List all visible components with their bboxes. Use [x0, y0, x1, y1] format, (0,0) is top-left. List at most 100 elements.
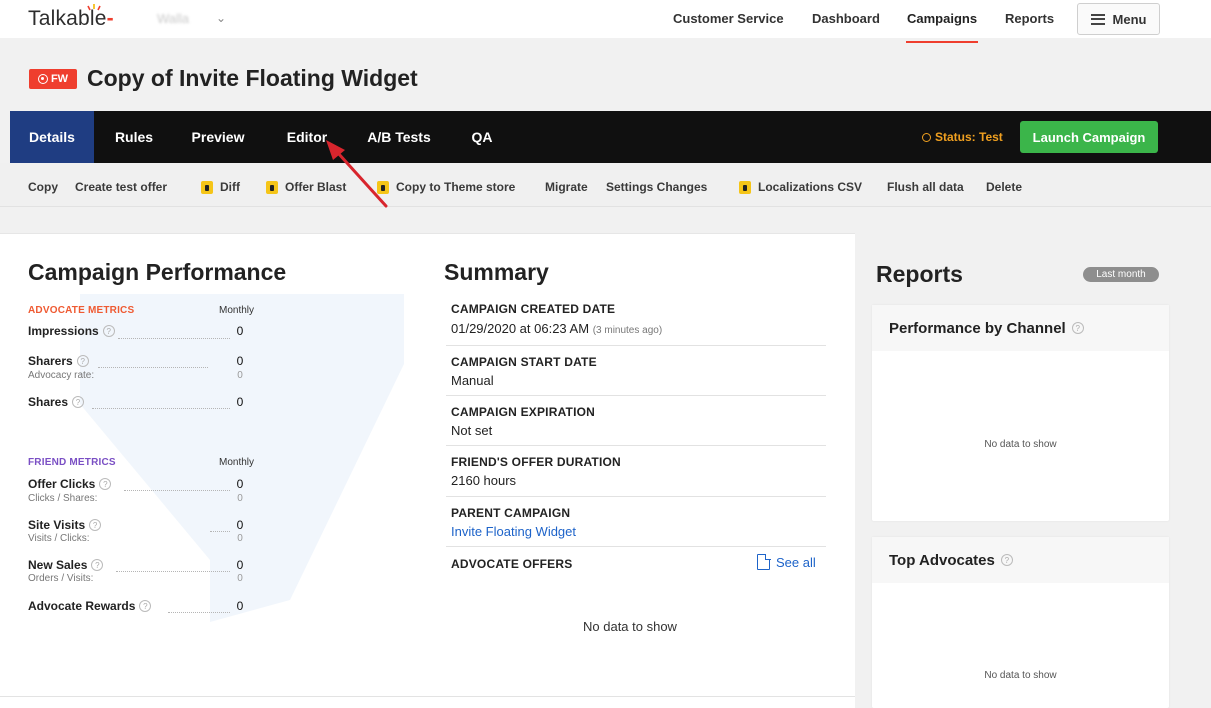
- tab-details[interactable]: Details: [10, 111, 94, 163]
- tab-qa[interactable]: QA: [462, 111, 502, 163]
- tab-editor[interactable]: Editor: [274, 111, 340, 163]
- chevron-down-icon[interactable]: ⌄: [216, 11, 226, 25]
- hamburger-icon: [1090, 13, 1105, 25]
- launch-campaign-button[interactable]: Launch Campaign: [1020, 121, 1158, 153]
- help-icon[interactable]: ?: [76, 355, 89, 367]
- summary-created-value: 01/29/2020 at 06:23 AM (3 minutes ago): [451, 321, 662, 336]
- metric-sub-value: 0: [237, 573, 243, 584]
- summary-start-value: Manual: [451, 373, 494, 388]
- dotted-leader: [98, 367, 208, 368]
- panel-divider: [0, 696, 855, 697]
- advocate-offers-label: ADVOCATE OFFERS: [451, 557, 573, 571]
- logo-rays-icon: [87, 4, 101, 11]
- see-all-link[interactable]: See all: [757, 553, 816, 570]
- action-migrate[interactable]: Migrate: [545, 180, 588, 194]
- action-copy[interactable]: Copy: [28, 180, 58, 194]
- metric-label: Impressions: [28, 324, 99, 338]
- campaign-badge-label: FW: [50, 73, 69, 85]
- help-icon[interactable]: ?: [1000, 554, 1013, 566]
- action-copy-to-theme-store[interactable]: Copy to Theme store: [377, 180, 515, 194]
- tab-ab-tests[interactable]: A/B Tests: [354, 111, 444, 163]
- tab-preview[interactable]: Preview: [180, 111, 256, 163]
- action-label: Settings Changes: [606, 180, 708, 194]
- target-icon: [37, 74, 48, 84]
- campaign-status: Status: Test: [922, 130, 1003, 144]
- action-label: Copy: [28, 180, 58, 194]
- metric-sub-value: 0: [237, 493, 243, 504]
- metric-value: 0: [236, 324, 244, 338]
- reports-period-badge[interactable]: Last month: [1083, 267, 1159, 282]
- summary-divider: [446, 496, 826, 497]
- card-performance-by-channel: Performance by Channel ? No data to show: [872, 305, 1169, 521]
- dotted-leader: [124, 490, 230, 491]
- metric-sub-label: Visits / Clicks:: [28, 533, 90, 544]
- metric-impressions: Impressions?: [28, 324, 115, 338]
- nav-active-underline: [906, 41, 978, 43]
- logo-dash: -: [106, 7, 114, 30]
- metric-label: Advocate Rewards: [28, 599, 136, 613]
- metric-label: Sharers: [28, 354, 73, 368]
- dotted-leader: [116, 571, 230, 572]
- advocate-period-label: Monthly: [219, 305, 255, 316]
- nav-customer-service[interactable]: Customer Service: [673, 11, 784, 26]
- offers-empty-message: No data to show: [583, 619, 677, 634]
- dotted-leader: [168, 612, 230, 613]
- help-icon[interactable]: ?: [89, 519, 102, 531]
- metric-sub-label: Orders / Visits:: [28, 573, 94, 584]
- help-icon[interactable]: ?: [139, 600, 152, 612]
- help-icon[interactable]: ?: [72, 396, 85, 408]
- tab-rules[interactable]: Rules: [106, 111, 162, 163]
- campaign-action-bar: Copy Create test offer Diff Offer Blast …: [0, 163, 1211, 207]
- action-delete[interactable]: Delete: [986, 180, 1022, 194]
- help-icon[interactable]: ?: [102, 325, 115, 337]
- campaign-tab-bar: Details Rules Preview Editor A/B Tests Q…: [10, 111, 1211, 163]
- help-icon[interactable]: ?: [99, 478, 112, 490]
- summary-divider: [446, 445, 826, 446]
- summary-divider: [446, 345, 826, 346]
- created-relative-time: (3 minutes ago): [592, 325, 663, 336]
- card-top-advocates: Top Advocates ? No data to show: [872, 537, 1169, 708]
- metric-label: Shares: [28, 395, 69, 409]
- menu-label: Menu: [1112, 11, 1147, 27]
- action-label: Offer Blast: [285, 180, 347, 194]
- metric-value: 0: [236, 518, 244, 532]
- page-title: Copy of Invite Floating Widget: [87, 65, 418, 91]
- document-icon: [757, 553, 771, 570]
- nav-dashboard[interactable]: Dashboard: [812, 11, 880, 26]
- action-settings-changes[interactable]: Settings Changes: [606, 180, 707, 194]
- help-icon[interactable]: ?: [1071, 322, 1084, 334]
- action-offer-blast[interactable]: Offer Blast: [266, 180, 346, 194]
- campaign-type-badge: FW: [29, 69, 77, 89]
- parent-campaign-link[interactable]: Invite Floating Widget: [451, 524, 576, 539]
- menu-button[interactable]: Menu: [1077, 3, 1160, 35]
- nav-reports[interactable]: Reports: [1005, 11, 1054, 26]
- summary-expiration-value: Not set: [451, 423, 493, 438]
- card-header: Performance by Channel ?: [872, 305, 1169, 351]
- see-all-label: See all: [776, 554, 816, 570]
- metric-sub-value: 0: [237, 370, 243, 381]
- action-label: Localizations CSV: [758, 180, 863, 194]
- action-create-test-offer[interactable]: Create test offer: [75, 180, 167, 194]
- dotted-leader: [92, 408, 230, 409]
- top-bar: Talkable- Walla ⌄ Customer Service Dashb…: [0, 0, 1211, 38]
- summary-expiration-label: CAMPAIGN EXPIRATION: [451, 405, 596, 419]
- advocate-metrics-heading: ADVOCATE METRICS: [28, 305, 135, 316]
- summary-divider: [446, 395, 826, 396]
- action-flush-all-data[interactable]: Flush all data: [887, 180, 964, 194]
- action-localizations-csv[interactable]: Localizations CSV: [739, 180, 862, 194]
- site-selector[interactable]: Walla: [157, 11, 189, 26]
- action-label: Diff: [220, 180, 240, 194]
- action-label: Delete: [986, 180, 1023, 194]
- summary-offer-duration-label: FRIEND'S OFFER DURATION: [451, 455, 621, 469]
- summary-offer-duration-value: 2160 hours: [451, 473, 517, 488]
- summary-created-label: CAMPAIGN CREATED DATE: [451, 302, 616, 316]
- card-empty-message: No data to show: [984, 670, 1057, 681]
- created-date: 01/29/2020 at 06:23 AM: [451, 321, 590, 336]
- lock-icon: [739, 180, 751, 194]
- card-title: Performance by Channel: [889, 319, 1066, 337]
- help-icon[interactable]: ?: [91, 559, 104, 571]
- nav-campaigns[interactable]: Campaigns: [907, 11, 977, 26]
- action-label: Copy to Theme store: [396, 180, 516, 194]
- metric-new-sales: New Sales?: [28, 558, 104, 572]
- action-diff[interactable]: Diff: [201, 180, 240, 194]
